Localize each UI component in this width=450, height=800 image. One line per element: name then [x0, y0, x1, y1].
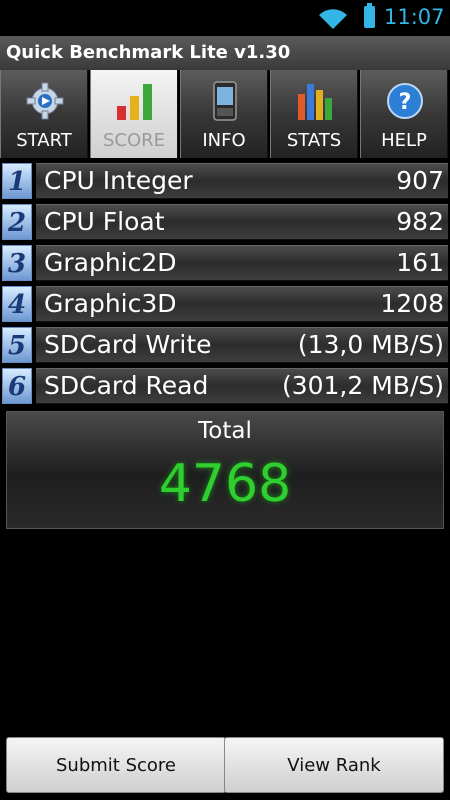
- tab-label: START: [16, 130, 72, 151]
- row-number: 1: [2, 163, 32, 199]
- score-row-sdcard-write: 5 SDCard Write (13,0 MB/S): [0, 325, 450, 365]
- score-row-graphic3d: 4 Graphic3D 1208: [0, 284, 450, 324]
- tab-score[interactable]: SCORE: [90, 70, 178, 158]
- score-value: 1208: [380, 289, 444, 318]
- tab-label: HELP: [381, 130, 427, 151]
- score-name: Graphic2D: [44, 248, 177, 277]
- total-score: 4768: [158, 454, 292, 514]
- row-bar: SDCard Write (13,0 MB/S): [36, 327, 448, 363]
- svg-text:?: ?: [399, 90, 412, 115]
- score-row-cpu-integer: 1 CPU Integer 907: [0, 161, 450, 201]
- score-name: Graphic3D: [44, 289, 177, 318]
- score-name: CPU Integer: [44, 166, 193, 195]
- row-bar: CPU Float 982: [36, 204, 448, 240]
- wifi-icon: [319, 9, 347, 30]
- row-number: 4: [2, 286, 32, 322]
- gear-icon: [26, 82, 64, 120]
- row-bar: Graphic3D 1208: [36, 286, 448, 322]
- tab-bar: START SCORE INFO STATS ? HELP: [0, 70, 450, 158]
- tab-label: SCORE: [102, 130, 166, 151]
- score-name: SDCard Write: [44, 330, 212, 359]
- score-name: SDCard Read: [44, 371, 209, 400]
- total-label: Total: [198, 418, 252, 444]
- total-panel: Total 4768: [6, 411, 444, 529]
- help-icon: ?: [387, 83, 423, 119]
- row-bar: Graphic2D 161: [36, 245, 448, 281]
- score-value: 907: [396, 166, 444, 195]
- battery-icon: [364, 3, 375, 28]
- tab-label: INFO: [202, 130, 246, 151]
- score-row-graphic2d: 3 Graphic2D 161: [0, 243, 450, 283]
- tab-stats[interactable]: STATS: [270, 70, 358, 158]
- score-row-cpu-float: 2 CPU Float 982: [0, 202, 450, 242]
- tab-start[interactable]: START: [0, 70, 88, 158]
- tab-help[interactable]: ? HELP: [360, 70, 448, 158]
- score-value: (301,2 MB/S): [281, 371, 444, 400]
- score-value: (13,0 MB/S): [297, 330, 444, 359]
- row-number: 2: [2, 204, 32, 240]
- tab-info[interactable]: INFO: [180, 70, 268, 158]
- status-bar: 11:07: [0, 0, 450, 36]
- score-row-sdcard-read: 6 SDCard Read (301,2 MB/S): [0, 366, 450, 406]
- score-value: 982: [396, 207, 444, 236]
- app-title: Quick Benchmark Lite v1.30: [6, 42, 291, 63]
- phone-icon: [213, 81, 237, 121]
- row-number: 6: [2, 368, 32, 404]
- score-value: 161: [396, 248, 444, 277]
- submit-score-button[interactable]: Submit Score: [6, 737, 226, 793]
- tab-label: STATS: [286, 130, 342, 151]
- score-name: CPU Float: [44, 207, 165, 236]
- row-bar: SDCard Read (301,2 MB/S): [36, 368, 448, 404]
- stats-icon: [298, 84, 332, 120]
- row-number: 3: [2, 245, 32, 281]
- title-bar: Quick Benchmark Lite v1.30: [0, 36, 450, 71]
- bar-chart-icon: [117, 84, 152, 120]
- status-time: 11:07: [384, 5, 445, 29]
- view-rank-button[interactable]: View Rank: [224, 737, 444, 793]
- row-number: 5: [2, 327, 32, 363]
- row-bar: CPU Integer 907: [36, 163, 448, 199]
